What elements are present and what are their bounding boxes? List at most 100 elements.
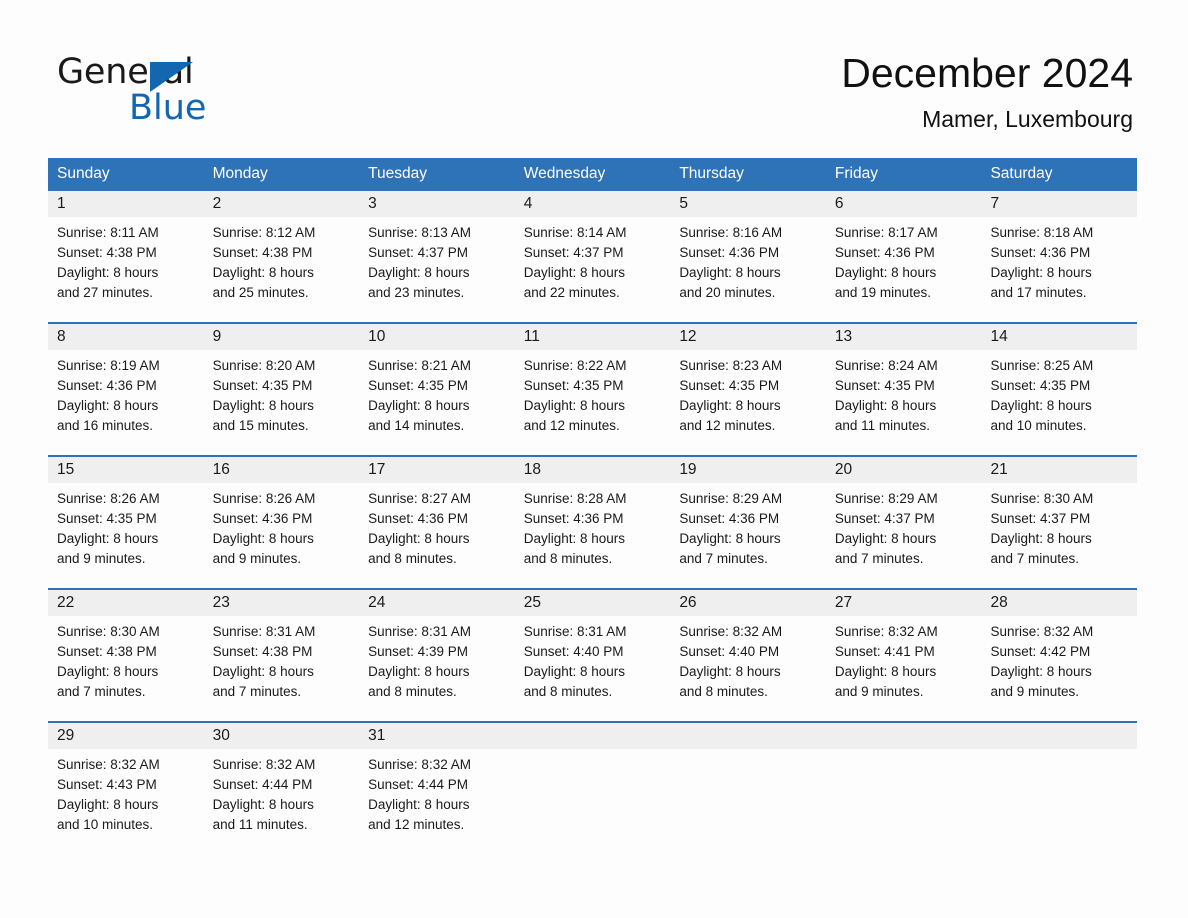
day-cell[interactable]: 13 Sunrise: 8:24 AM Sunset: 4:35 PM Dayl… (825, 324, 982, 455)
week-row: 22 Sunrise: 8:30 AM Sunset: 4:38 PM Dayl… (48, 588, 1138, 721)
day-cell[interactable]: 16 Sunrise: 8:26 AM Sunset: 4:36 PM Dayl… (203, 457, 360, 588)
day-number-band: 1 (48, 191, 204, 217)
daylight-text-line1: Daylight: 8 hours (212, 664, 314, 679)
day-cell[interactable]: 24 Sunrise: 8:31 AM Sunset: 4:39 PM Dayl… (359, 590, 515, 721)
sunrise-text: Sunrise: 8:32 AM (368, 757, 471, 772)
day-cell[interactable]: 18 Sunrise: 8:28 AM Sunset: 4:36 PM Dayl… (514, 457, 671, 588)
daylight-text-line1: Daylight: 8 hours (212, 398, 314, 413)
day-cell[interactable]: 4 Sunrise: 8:14 AM Sunset: 4:37 PM Dayli… (514, 191, 671, 322)
sunset-text: Sunset: 4:41 PM (834, 644, 935, 659)
day-cell[interactable]: 1 Sunrise: 8:11 AM Sunset: 4:38 PM Dayli… (48, 191, 204, 322)
day-cell[interactable]: 14 Sunrise: 8:25 AM Sunset: 4:35 PM Dayl… (981, 324, 1138, 455)
day-number-band (981, 723, 1138, 749)
daylight-text-line2: and 9 minutes. (834, 684, 924, 699)
day-info: Sunrise: 8:22 AM Sunset: 4:35 PM Dayligh… (515, 350, 671, 436)
daylight-text-line2: and 11 minutes. (212, 817, 308, 832)
daylight-text-line2: and 19 minutes. (834, 285, 931, 300)
daylight-text-line1: Daylight: 8 hours (57, 398, 159, 413)
day-info: Sunrise: 8:32 AM Sunset: 4:44 PM Dayligh… (359, 749, 515, 835)
day-cell[interactable]: 28 Sunrise: 8:32 AM Sunset: 4:42 PM Dayl… (981, 590, 1138, 721)
day-cell[interactable]: 3 Sunrise: 8:13 AM Sunset: 4:37 PM Dayli… (359, 191, 515, 322)
daylight-text-line1: Daylight: 8 hours (523, 398, 626, 413)
day-cell[interactable]: 17 Sunrise: 8:27 AM Sunset: 4:36 PM Dayl… (359, 457, 515, 588)
day-number-band: 23 (203, 590, 360, 616)
day-info: Sunrise: 8:32 AM Sunset: 4:44 PM Dayligh… (204, 749, 360, 835)
day-cell[interactable]: 7 Sunrise: 8:18 AM Sunset: 4:36 PM Dayli… (981, 191, 1138, 322)
week-row: 29 Sunrise: 8:32 AM Sunset: 4:43 PM Dayl… (48, 721, 1138, 854)
daylight-text-line2: and 9 minutes. (212, 551, 302, 566)
sunset-text: Sunset: 4:37 PM (990, 511, 1091, 526)
day-cell[interactable]: 25 Sunrise: 8:31 AM Sunset: 4:40 PM Dayl… (514, 590, 671, 721)
day-cell[interactable]: 26 Sunrise: 8:32 AM Sunset: 4:40 PM Dayl… (670, 590, 826, 721)
daylight-text-line1: Daylight: 8 hours (523, 531, 626, 546)
day-cell[interactable]: 8 Sunrise: 8:19 AM Sunset: 4:36 PM Dayli… (48, 324, 204, 455)
daylight-text-line2: and 9 minutes. (990, 684, 1080, 699)
daylight-text-line2: and 20 minutes. (679, 285, 776, 300)
day-number: 17 (368, 461, 386, 478)
day-cell[interactable]: 21 Sunrise: 8:30 AM Sunset: 4:37 PM Dayl… (981, 457, 1138, 588)
day-cell[interactable]: 9 Sunrise: 8:20 AM Sunset: 4:35 PM Dayli… (203, 324, 360, 455)
day-cell[interactable]: 11 Sunrise: 8:22 AM Sunset: 4:35 PM Dayl… (514, 324, 671, 455)
sunrise-text: Sunrise: 8:29 AM (834, 491, 938, 506)
day-number: 14 (990, 328, 1008, 345)
day-number-band: 25 (514, 590, 671, 616)
day-cell[interactable]: 19 Sunrise: 8:29 AM Sunset: 4:36 PM Dayl… (670, 457, 826, 588)
day-cell[interactable]: 6 Sunrise: 8:17 AM Sunset: 4:36 PM Dayli… (825, 191, 982, 322)
day-cell[interactable]: 30 Sunrise: 8:32 AM Sunset: 4:44 PM Dayl… (203, 723, 360, 854)
day-number: 30 (212, 727, 230, 744)
day-cell[interactable]: 12 Sunrise: 8:23 AM Sunset: 4:35 PM Dayl… (670, 324, 826, 455)
day-number: 20 (834, 461, 853, 478)
day-number-band (825, 723, 982, 749)
day-info: Sunrise: 8:27 AM Sunset: 4:36 PM Dayligh… (359, 483, 515, 569)
daylight-text-line1: Daylight: 8 hours (990, 531, 1092, 546)
day-number-band: 24 (359, 590, 515, 616)
daylight-text-line1: Daylight: 8 hours (212, 797, 314, 812)
day-number-band: 26 (670, 590, 826, 616)
day-number: 2 (212, 195, 222, 212)
day-number-band: 11 (514, 324, 671, 350)
day-number: 27 (834, 594, 853, 611)
day-number: 28 (990, 594, 1008, 611)
day-cell[interactable]: 31 Sunrise: 8:32 AM Sunset: 4:44 PM Dayl… (359, 723, 515, 854)
sunrise-text: Sunrise: 8:16 AM (679, 225, 783, 240)
day-cell[interactable]: 20 Sunrise: 8:29 AM Sunset: 4:37 PM Dayl… (825, 457, 982, 588)
day-cell[interactable]: 22 Sunrise: 8:30 AM Sunset: 4:38 PM Dayl… (48, 590, 204, 721)
sunrise-text: Sunrise: 8:21 AM (368, 358, 471, 373)
day-number-band: 2 (203, 191, 360, 217)
daylight-text-line2: and 8 minutes. (523, 551, 613, 566)
weekday-friday: Friday (834, 165, 878, 182)
daylight-text-line2: and 8 minutes. (679, 684, 768, 699)
day-info: Sunrise: 8:30 AM Sunset: 4:37 PM Dayligh… (981, 483, 1137, 569)
daylight-text-line2: and 8 minutes. (368, 684, 457, 699)
day-cell[interactable]: 2 Sunrise: 8:12 AM Sunset: 4:38 PM Dayli… (203, 191, 360, 322)
sunset-text: Sunset: 4:37 PM (834, 511, 935, 526)
daylight-text-line2: and 12 minutes. (523, 418, 620, 433)
sunrise-text: Sunrise: 8:27 AM (368, 491, 471, 506)
day-number-band: 3 (359, 191, 515, 217)
sunrise-text: Sunrise: 8:31 AM (212, 624, 316, 639)
day-cell-empty (670, 723, 826, 854)
day-cell[interactable]: 5 Sunrise: 8:16 AM Sunset: 4:36 PM Dayli… (670, 191, 826, 322)
daylight-text-line2: and 7 minutes. (212, 684, 302, 699)
day-number-band: 13 (825, 324, 982, 350)
day-cell[interactable]: 15 Sunrise: 8:26 AM Sunset: 4:35 PM Dayl… (48, 457, 204, 588)
day-number: 21 (990, 461, 1008, 478)
day-number-band: 12 (670, 324, 826, 350)
day-number: 25 (523, 594, 541, 611)
day-info: Sunrise: 8:28 AM Sunset: 4:36 PM Dayligh… (515, 483, 671, 569)
sunset-text: Sunset: 4:36 PM (523, 511, 624, 526)
title-block: December 2024 Mamer, Luxembourg (841, 48, 1133, 133)
day-cell[interactable]: 10 Sunrise: 8:21 AM Sunset: 4:35 PM Dayl… (359, 324, 515, 455)
day-info: Sunrise: 8:32 AM Sunset: 4:42 PM Dayligh… (981, 616, 1137, 702)
day-cell[interactable]: 29 Sunrise: 8:32 AM Sunset: 4:43 PM Dayl… (48, 723, 204, 854)
week-row: 8 Sunrise: 8:19 AM Sunset: 4:36 PM Dayli… (48, 322, 1138, 455)
day-number: 3 (368, 195, 377, 212)
day-number: 24 (368, 594, 386, 611)
daylight-text-line2: and 22 minutes. (523, 285, 620, 300)
day-cell[interactable]: 27 Sunrise: 8:32 AM Sunset: 4:41 PM Dayl… (825, 590, 982, 721)
day-number: 6 (834, 195, 844, 212)
sunrise-text: Sunrise: 8:14 AM (523, 225, 627, 240)
day-number-band: 21 (981, 457, 1138, 483)
day-cell[interactable]: 23 Sunrise: 8:31 AM Sunset: 4:38 PM Dayl… (203, 590, 360, 721)
page-title: December 2024 (841, 50, 1133, 96)
